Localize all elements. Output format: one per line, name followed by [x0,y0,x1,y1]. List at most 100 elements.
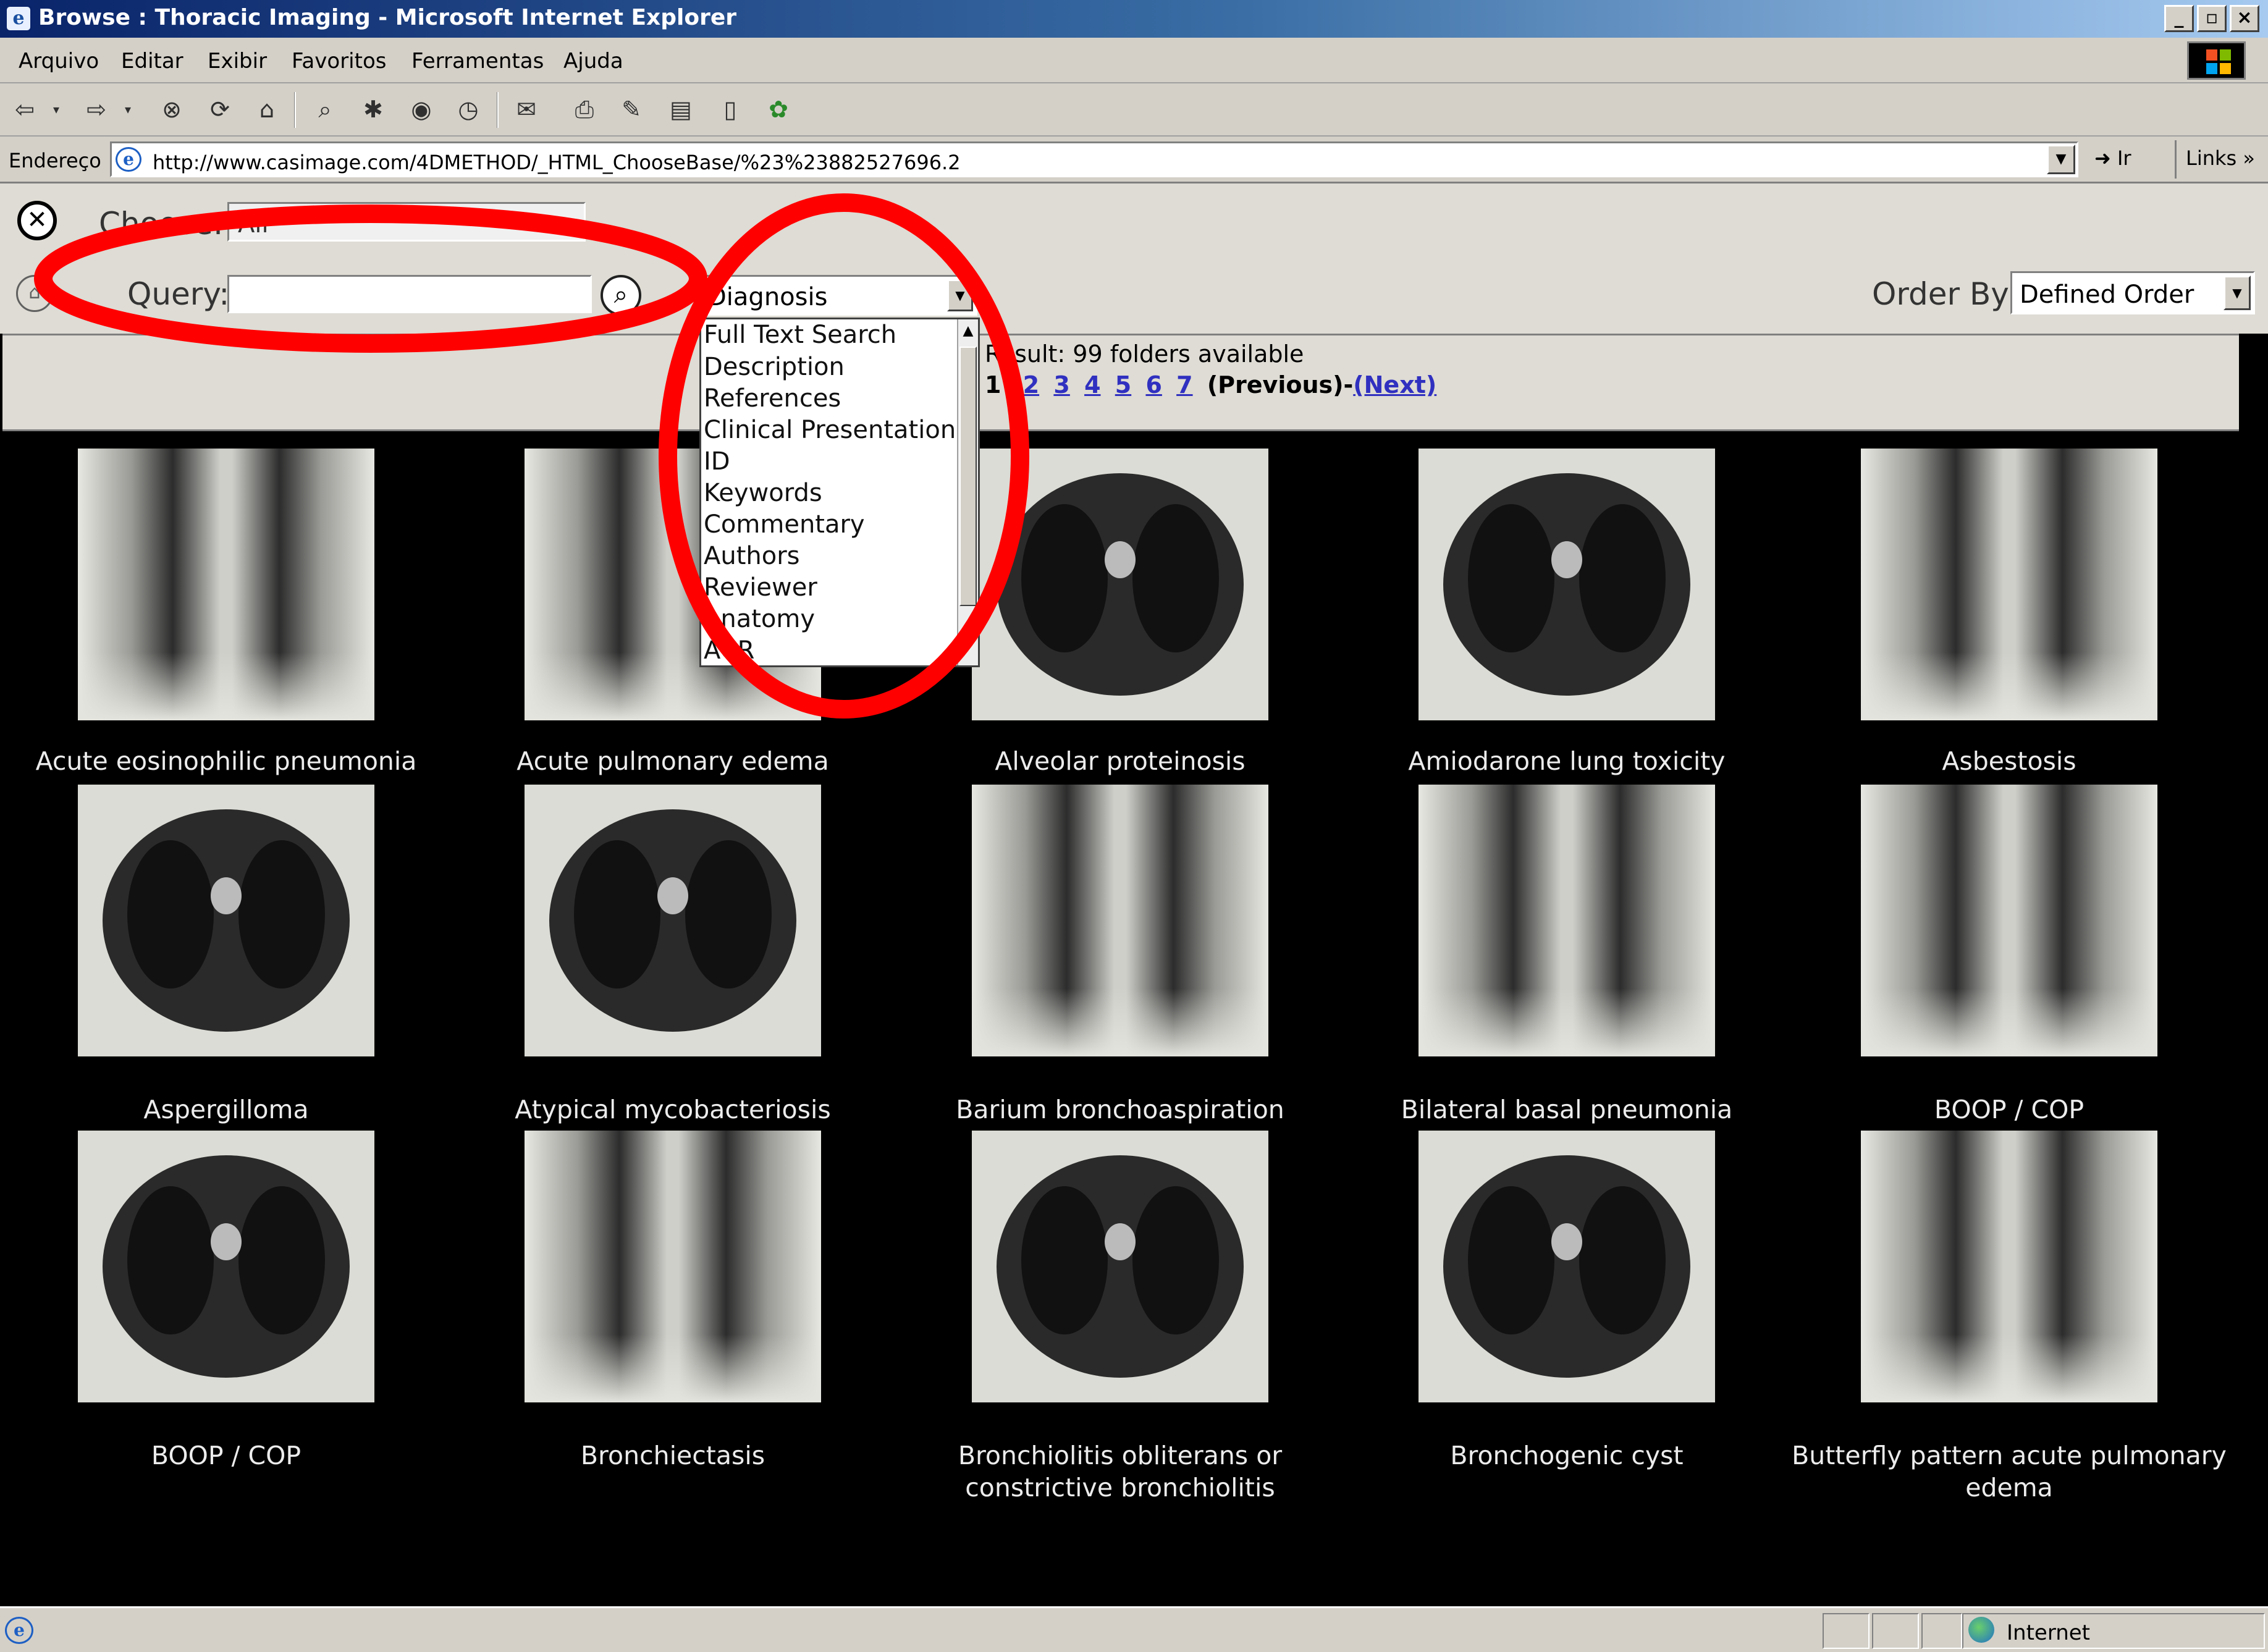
dropdown-option[interactable]: Reviewer [704,573,817,602]
print-icon[interactable]: ⎙ [568,93,601,125]
dropdown-option[interactable]: ACR [704,636,754,665]
dropdown-option[interactable]: Authors [704,542,800,570]
thumbnail-caption[interactable]: Acute eosinophilic pneumonia [4,745,449,777]
address-input[interactable]: e http://www.casimage.com/4DMETHOD/_HTML… [110,141,2078,177]
results-count: Result: 99 folders available [985,340,1304,368]
menu-arquivo[interactable]: Arquivo [19,49,99,74]
discuss-icon[interactable]: ▤ [665,93,697,125]
page-link[interactable]: 2 [1023,371,1039,398]
thumbnail-caption[interactable]: Alveolar proteinosis [898,745,1343,777]
links-button[interactable]: Links » [2186,146,2255,170]
page-link[interactable]: 5 [1115,371,1131,398]
page-link[interactable]: 6 [1145,371,1161,398]
menu-editar[interactable]: Editar [121,49,183,74]
dropdown-scrollbar[interactable]: ▲ [957,319,978,665]
go-arrow-icon: ➜ [2094,146,2117,170]
minimize-button[interactable]: _ [2164,5,2194,32]
current-page: 1 [985,371,1001,398]
status-bar: e Internet [0,1606,2268,1652]
back-dropdown-icon[interactable]: ▾ [47,93,65,125]
thumbnail-image[interactable] [1419,785,1715,1056]
dropdown-option[interactable]: References [704,384,841,413]
menu-ajuda[interactable]: Ajuda [563,49,623,74]
search-panel: ✕ Choose: All ⌂ Query: ⌕ Diagnosis ▼ Ord… [0,183,2268,334]
page-link[interactable]: 7 [1176,371,1192,398]
maximize-button[interactable]: ▫ [2197,5,2227,32]
thumbnail-caption[interactable]: Bronchogenic cyst [1344,1439,1789,1472]
close-icon[interactable]: ✕ [17,201,57,240]
dropdown-option[interactable]: Clinical Presentation [704,416,956,444]
menu-exibir[interactable]: Exibir [208,49,267,74]
stop-icon[interactable]: ⊗ [156,93,188,125]
thumbnail-caption[interactable]: Bronchiolitis obliterans or constrictive… [898,1439,1343,1504]
thumbnail-caption[interactable]: Aspergilloma [4,1094,449,1126]
mail-icon[interactable]: ✉ [510,93,542,125]
thumbnail-image[interactable] [1861,449,2157,720]
home-link-icon[interactable]: ⌂ [16,275,53,312]
thumbnail-caption[interactable]: Acute pulmonary edema [450,745,895,777]
thumbnail-caption[interactable]: Bilateral basal pneumonia [1344,1094,1789,1126]
pagination: 1 2 3 4 5 6 7 (Previous)-(Next) [985,371,1436,398]
thumbnail-image[interactable] [78,1131,374,1402]
ie-logo-icon: e [5,5,32,32]
dropdown-option[interactable]: Keywords [704,479,822,507]
thumbnail-image[interactable] [1861,785,2157,1056]
close-window-button[interactable]: × [2230,5,2259,32]
history-icon[interactable]: ◷ [452,93,484,125]
dropdown-option[interactable]: Commentary [704,510,865,539]
thumbnail-caption[interactable]: Barium bronchoaspiration [898,1094,1343,1126]
thumbnail-image[interactable] [1419,1131,1715,1402]
next-link[interactable]: (Next) [1353,371,1436,398]
edit-icon[interactable]: ✎ [615,93,647,125]
address-url[interactable]: http://www.casimage.com/4DMETHOD/_HTML_C… [153,151,961,174]
dropdown-option[interactable]: ID [704,447,730,476]
page-link[interactable]: 4 [1084,371,1100,398]
thumbnail-gallery: Acute eosinophilic pneumonia Acute pulmon… [0,431,2268,1606]
home-icon[interactable]: ⌂ [251,93,283,125]
scroll-thumb[interactable] [959,347,977,606]
favorites-icon[interactable]: ✱ [357,93,389,125]
messenger-icon[interactable]: ▯ [714,93,746,125]
thumbnail-image[interactable] [525,1131,821,1402]
address-dropdown-icon[interactable]: ▼ [2047,145,2075,174]
forward-icon[interactable]: ⇨ [80,93,112,125]
choose-select[interactable]: All [227,202,586,242]
chevron-down-icon[interactable]: ▼ [2224,276,2251,310]
search-icon[interactable]: ⌕ [309,93,341,125]
scroll-up-icon[interactable]: ▲ [958,322,978,342]
thumbnail-image[interactable] [1419,449,1715,720]
search-field-select[interactable]: Diagnosis ▼ [699,275,977,316]
thumbnail-caption[interactable]: Atypical mycobacteriosis [450,1094,895,1126]
icq-flower-icon[interactable]: ✿ [762,93,795,125]
thumbnail-image[interactable] [525,785,821,1056]
thumbnail-caption[interactable]: Bronchiectasis [450,1439,895,1472]
page-link[interactable]: 3 [1053,371,1069,398]
refresh-icon[interactable]: ⟳ [204,93,236,125]
magnifier-search-icon[interactable]: ⌕ [601,275,641,316]
dropdown-option[interactable]: Anatomy [704,605,815,633]
menu-ferramentas[interactable]: Ferramentas [411,49,544,74]
thumbnail-image[interactable] [972,1131,1268,1402]
thumbnail-image[interactable] [972,449,1268,720]
thumbnail-image[interactable] [972,785,1268,1056]
thumbnail-caption[interactable]: Butterfly pattern acute pulmonary edema [1787,1439,2232,1504]
thumbnail-caption[interactable]: Amiodarone lung toxicity [1344,745,1789,777]
thumbnail-image[interactable] [78,449,374,720]
thumbnail-image[interactable] [1861,1131,2157,1402]
chevron-down-icon[interactable]: ▼ [947,279,973,311]
thumbnail-caption[interactable]: BOOP / COP [4,1439,449,1472]
menu-favoritos[interactable]: Favoritos [292,49,386,74]
forward-dropdown-icon[interactable]: ▾ [119,93,137,125]
chevron-right-icon: » [2243,146,2255,170]
dropdown-option[interactable]: Full Text Search [704,321,896,349]
media-icon[interactable]: ◉ [405,93,437,125]
go-button[interactable]: ➜ Ir [2094,146,2131,170]
window-title: Browse : Thoracic Imaging - Microsoft In… [38,5,737,30]
query-input[interactable] [227,275,592,313]
back-icon[interactable]: ⇦ [9,93,41,125]
order-by-select[interactable]: Defined Order ▼ [2010,271,2255,314]
thumbnail-image[interactable] [78,785,374,1056]
thumbnail-caption[interactable]: Asbestosis [1787,745,2232,777]
thumbnail-caption[interactable]: BOOP / COP [1787,1094,2232,1126]
dropdown-option[interactable]: Description [704,353,845,381]
